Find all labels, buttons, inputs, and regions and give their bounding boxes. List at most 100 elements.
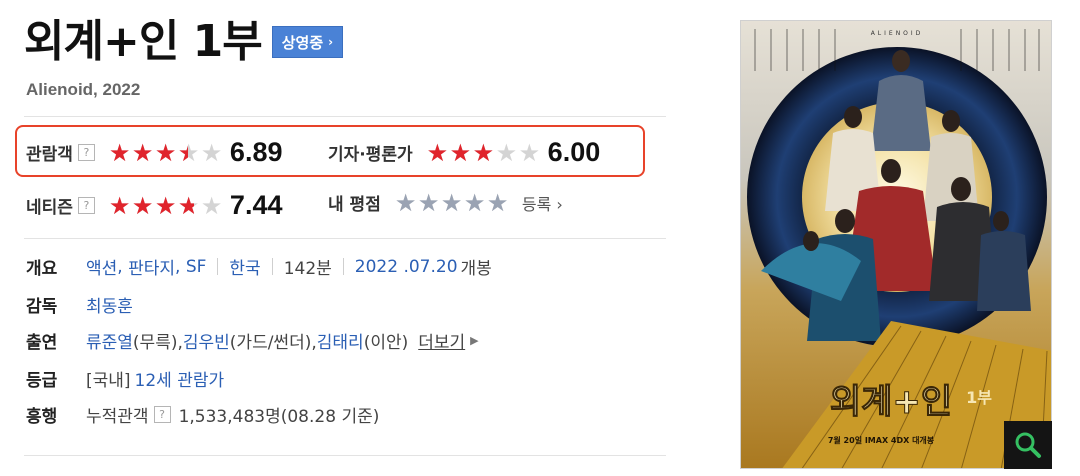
director-key: 감독 bbox=[26, 297, 58, 317]
badge-label: 상영중 bbox=[281, 33, 324, 52]
actor-link[interactable]: 김태리 bbox=[317, 328, 364, 353]
star-icon: ★★ bbox=[518, 138, 541, 167]
grade-link[interactable]: 12세 관람가 bbox=[135, 366, 225, 391]
runtime: 142분 bbox=[283, 259, 332, 279]
netizen-label: 네티즌 bbox=[26, 198, 73, 218]
title-row: 외계+인 1부 상영중 › bbox=[24, 12, 344, 72]
count-date-note: (08.28 기준) bbox=[280, 407, 380, 427]
star-fill: ★ bbox=[177, 193, 195, 218]
my-rating: 내 평점 ★ ★ ★ ★ ★ ★ ★ ★ ★ ★ 등록 › bbox=[328, 190, 563, 216]
star-icon: ★★ bbox=[200, 138, 223, 167]
cast-more-link[interactable]: 더보기 bbox=[418, 328, 465, 353]
star-icon: ★★ bbox=[108, 191, 131, 220]
star-fill: ★ bbox=[154, 193, 177, 218]
grade-row: 등급 [국내] 12세 관람가 bbox=[26, 366, 224, 391]
help-icon[interactable]: ? bbox=[77, 144, 95, 161]
my-rating-label: 내 평점 bbox=[328, 195, 381, 215]
star-fill: ★ bbox=[486, 190, 509, 215]
grade-key: 등급 bbox=[26, 371, 58, 391]
star-icon: ★★ bbox=[154, 138, 177, 167]
actor-role: (무륵), bbox=[132, 333, 183, 353]
star-icon[interactable]: ★ ★ bbox=[464, 191, 487, 215]
now-showing-badge[interactable]: 상영중 › bbox=[271, 26, 344, 58]
help-icon[interactable]: ? bbox=[153, 406, 171, 423]
poster-part: 1부 bbox=[966, 388, 992, 407]
genre-link[interactable]: 판타지 bbox=[128, 254, 175, 279]
star-fill: ★ bbox=[426, 140, 449, 165]
divider bbox=[24, 238, 666, 239]
help-icon[interactable]: ? bbox=[77, 197, 95, 214]
caret-right-icon: ▶ bbox=[470, 334, 479, 347]
netizen-rating: 네티즌 ? ★★★★★★★★★★ 7.44 bbox=[26, 190, 282, 221]
actor-role: (가드/썬더), bbox=[229, 333, 317, 353]
star-icon: ★★ bbox=[472, 138, 495, 167]
critic-score: 6.00 bbox=[547, 137, 601, 167]
star-fill: ★ bbox=[178, 141, 188, 165]
star-fill: ★ bbox=[131, 140, 154, 165]
critic-rating: 기자·평론가 ★★★★★★★★★★ 6.00 bbox=[328, 137, 600, 168]
star-icon: ★★ bbox=[131, 138, 154, 167]
cast-key: 출연 bbox=[26, 333, 58, 353]
star-fill: ★ bbox=[449, 140, 472, 165]
actor-link[interactable]: 류준열 bbox=[86, 328, 133, 353]
director-link[interactable]: 최동훈 bbox=[86, 292, 133, 317]
genre-link[interactable]: 액션 bbox=[86, 254, 117, 279]
overview-row: 개요 액션, 판타지, SF 한국 142분 2022 .07.20 개봉 bbox=[26, 254, 492, 280]
release-date-link[interactable]: 2022 .07.20 bbox=[355, 257, 458, 277]
star-icon[interactable]: ★ ★ bbox=[418, 191, 441, 215]
netizen-score: 7.44 bbox=[229, 190, 283, 220]
divider bbox=[24, 455, 666, 456]
star-fill: ★ bbox=[472, 140, 495, 165]
star-icon: ★★ bbox=[154, 191, 177, 220]
star-icon: ★★ bbox=[426, 138, 449, 167]
overview-key: 개요 bbox=[26, 259, 58, 279]
divider bbox=[24, 116, 666, 117]
actor-link[interactable]: 김우빈 bbox=[183, 328, 230, 353]
register-label: 등록 bbox=[521, 194, 552, 214]
release-suffix: 개봉 bbox=[460, 259, 492, 279]
movie-subtitle: Alienoid, 2022 bbox=[26, 80, 141, 99]
star-icon: ★★ bbox=[177, 138, 200, 167]
movie-title: 외계+인 1부 bbox=[24, 16, 263, 67]
director-row: 감독 최동훈 bbox=[26, 292, 133, 317]
register-rating-link[interactable]: 등록 › bbox=[522, 191, 563, 215]
country-link[interactable]: 한국 bbox=[229, 254, 260, 279]
star-icon[interactable]: ★ ★ bbox=[441, 191, 464, 215]
star-icon[interactable]: ★ ★ bbox=[395, 191, 418, 215]
genre-link[interactable]: SF bbox=[186, 257, 207, 277]
star-icon[interactable]: ★ ★ bbox=[487, 191, 510, 215]
divider bbox=[217, 258, 219, 275]
poster-english-title: ALIENOID bbox=[871, 30, 924, 37]
audience-stars: ★★★★★★★★★★ bbox=[109, 141, 224, 165]
poster-release-line: 7월 20일 IMAX 4DX 대개봉 bbox=[828, 435, 935, 445]
actor-role: (이안) bbox=[363, 333, 409, 353]
star-fill: ★ bbox=[131, 193, 154, 218]
movie-poster[interactable]: ALIENOID 외계+인 1부 7월 20일 IMAX 4DX 대개봉 bbox=[740, 20, 1052, 469]
star-icon: ★★ bbox=[495, 138, 518, 167]
star-icon: ★★ bbox=[449, 138, 472, 167]
star-fill: ★ bbox=[440, 190, 463, 215]
audience-count: 1,533,483명 bbox=[178, 407, 281, 427]
zoom-button[interactable] bbox=[1004, 421, 1052, 469]
star-icon: ★★ bbox=[177, 191, 200, 220]
cast-row: 출연 류준열 (무륵), 김우빈 (가드/썬더), 김태리 (이안) 더보기 ▶ bbox=[26, 328, 479, 353]
poster-artwork: ALIENOID 외계+인 1부 7월 20일 IMAX 4DX 대개봉 bbox=[741, 21, 1051, 468]
divider bbox=[271, 258, 273, 275]
star-icon: ★★ bbox=[131, 191, 154, 220]
my-rating-stars[interactable]: ★ ★ ★ ★ ★ ★ ★ ★ ★ ★ bbox=[395, 191, 510, 215]
critic-label: 기자·평론가 bbox=[328, 145, 413, 165]
box-office-row: 흥행 누적관객 ? 1,533,483명 (08.28 기준) bbox=[26, 402, 379, 427]
divider bbox=[342, 258, 344, 275]
genre-separator: , bbox=[175, 256, 186, 277]
star-fill: ★ bbox=[154, 140, 177, 165]
star-fill: ★ bbox=[417, 190, 440, 215]
box-office-key: 흥행 bbox=[26, 407, 58, 427]
star-fill: ★ bbox=[108, 193, 131, 218]
poster-korean-title: 외계+인 bbox=[830, 382, 952, 422]
star-icon: ★★ bbox=[200, 191, 223, 220]
audience-score: 6.89 bbox=[229, 137, 283, 167]
magnifier-icon bbox=[1015, 432, 1041, 458]
audience-rating: 관람객 ? ★★★★★★★★★★ 6.89 bbox=[26, 137, 282, 168]
genre-separator: , bbox=[117, 256, 129, 277]
star-fill: ★ bbox=[108, 140, 131, 165]
